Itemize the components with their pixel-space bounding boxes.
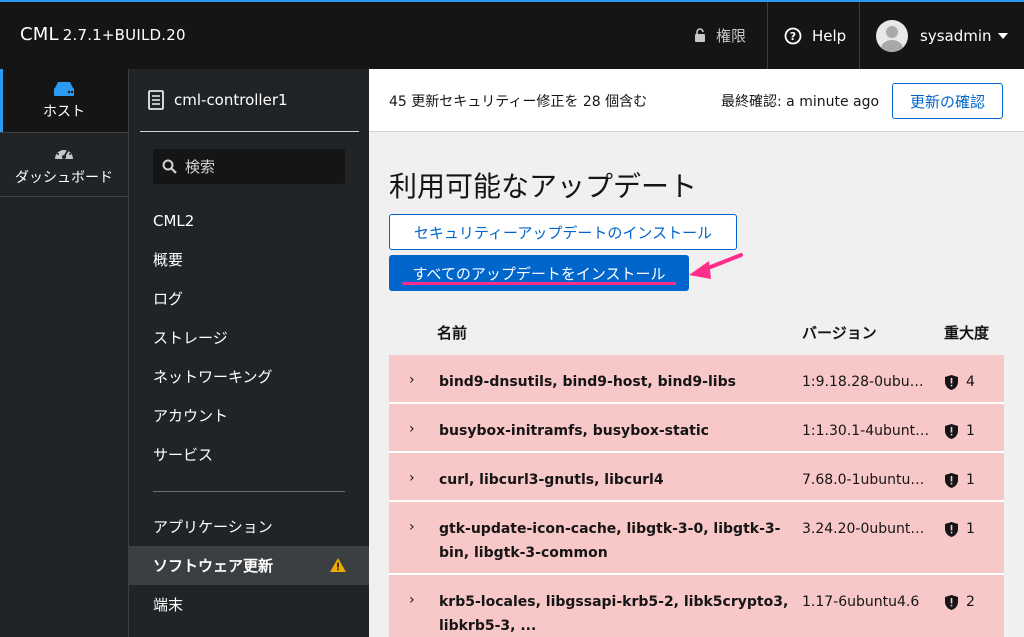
main-content: 45 更新セキュリティー修正を 28 個含む 最終確認: a minute ag… <box>369 69 1024 637</box>
severity-count: 4 <box>966 374 975 390</box>
svg-text:?: ? <box>790 30 796 43</box>
table-row[interactable]: › curl, libcurl3-gnutls, libcurl4 7.68.0… <box>389 453 1004 502</box>
server-icon <box>52 81 76 101</box>
search-input[interactable]: 検索 <box>153 149 345 184</box>
highlight-arrow-icon <box>689 253 743 279</box>
severity-count: 1 <box>966 472 975 488</box>
subnav-item-software-updates-label: ソフトウェア更新 <box>153 557 274 575</box>
security-shield-icon <box>945 521 958 537</box>
subnav-item-terminal-label: 端末 <box>153 596 184 614</box>
subnav-item-software-updates[interactable]: ソフトウェア更新 <box>129 546 369 585</box>
severity-count: 1 <box>966 521 975 537</box>
column-header-severity[interactable]: 重大度 <box>944 322 989 343</box>
update-summary: 45 更新セキュリティー修正を 28 個含む <box>389 94 648 110</box>
package-name: busybox-initramfs, busybox-static <box>439 423 709 439</box>
package-version: 1:1.30.1-4ubuntu6.5 <box>802 423 930 439</box>
table-header: 名前 バージョン 重大度 <box>389 310 1004 355</box>
subnav-item-overview[interactable]: 概要 <box>129 240 369 279</box>
subnav-divider <box>153 491 345 492</box>
security-shield-icon <box>945 472 958 488</box>
chevron-right-icon[interactable]: › <box>409 372 415 388</box>
subnav-item-applications[interactable]: アプリケーション <box>129 507 369 546</box>
nav-item-dashboard[interactable]: ダッシュボード <box>0 133 128 197</box>
gauge-icon <box>53 143 75 167</box>
host-selector[interactable]: cml-controller1 <box>140 69 359 132</box>
package-name: bind9-dnsutils, bind9-host, bind9-libs <box>439 374 736 390</box>
subnav-list: CML2 概要 ログ ストレージ ネットワーキング アカウント サービス <box>129 201 369 474</box>
security-shield-icon <box>945 423 958 439</box>
security-shield-icon <box>945 374 958 390</box>
chevron-right-icon[interactable]: › <box>409 421 415 437</box>
table-row[interactable]: › gtk-update-icon-cache, libgtk-3-0, lib… <box>389 502 1004 575</box>
host-name: cml-controller1 <box>174 91 288 109</box>
nav-item-host[interactable]: ホスト <box>0 69 128 133</box>
severity-cell: 1 <box>945 517 975 541</box>
permissions-button[interactable]: 権限 <box>694 2 746 69</box>
subnav-item-applications-label: アプリケーション <box>153 518 273 536</box>
app-brand[interactable]: CML 2.7.1+BUILD.20 <box>20 24 186 45</box>
subnav-item-accounts[interactable]: アカウント <box>129 396 369 435</box>
package-version: 7.68.0-1ubuntu2.23 <box>802 472 930 488</box>
update-status-bar: 45 更新セキュリティー修正を 28 個含む 最終確認: a minute ag… <box>369 69 1024 132</box>
column-header-version[interactable]: バージョン <box>802 322 877 343</box>
help-button[interactable]: ? Help <box>767 2 860 69</box>
package-version: 1:9.18.28-0ubuntu0.20.04.1 <box>802 374 930 390</box>
search-placeholder: 検索 <box>185 158 216 176</box>
table-row[interactable]: › bind9-dnsutils, bind9-host, bind9-libs… <box>389 355 1004 404</box>
install-all-updates-label: すべてのアップデートをインストール <box>412 264 666 283</box>
package-name: curl, libcurl3-gnutls, libcurl4 <box>439 472 664 488</box>
secondary-nav: cml-controller1 検索 CML2 概要 ログ ストレージ ネットワ… <box>129 69 369 637</box>
user-label: sysadmin <box>920 26 992 45</box>
avatar <box>876 19 908 52</box>
column-header-name[interactable]: 名前 <box>437 322 467 343</box>
search-icon <box>162 159 185 174</box>
chevron-right-icon[interactable]: › <box>409 519 415 535</box>
warning-icon <box>329 557 347 577</box>
severity-count: 1 <box>966 423 975 439</box>
severity-cell: 4 <box>945 370 975 394</box>
chevron-right-icon[interactable]: › <box>409 470 415 486</box>
subnav-item-storage[interactable]: ストレージ <box>129 318 369 357</box>
nav-item-host-label: ホスト <box>43 103 85 120</box>
user-menu[interactable]: sysadmin <box>876 2 1008 69</box>
last-check-text: 最終確認: a minute ago <box>721 94 880 110</box>
subnav-item-terminal[interactable]: 端末 <box>129 585 369 624</box>
table-row[interactable]: › krb5-locales, libgssapi-krb5-2, libk5c… <box>389 575 1004 637</box>
subnav-list-secondary: アプリケーション ソフトウェア更新 端末 <box>129 507 369 624</box>
help-icon: ? <box>784 27 802 45</box>
package-name: krb5-locales, libgssapi-krb5-2, libk5cry… <box>439 594 789 634</box>
lock-icon <box>694 28 706 43</box>
brand-version: 2.7.1+BUILD.20 <box>62 26 186 44</box>
chevron-right-icon[interactable]: › <box>409 592 415 608</box>
severity-count: 2 <box>966 594 975 610</box>
subnav-item-networking[interactable]: ネットワーキング <box>129 357 369 396</box>
chevron-down-icon <box>997 32 1008 39</box>
help-label: Help <box>812 26 847 45</box>
install-security-updates-button[interactable]: セキュリティーアップデートのインストール <box>389 214 737 250</box>
severity-cell: 1 <box>945 419 975 443</box>
subnav-item-cml2[interactable]: CML2 <box>129 201 369 240</box>
top-header: CML 2.7.1+BUILD.20 権限 ? Help sysadmin <box>0 0 1024 69</box>
package-version: 3.24.20-0ubuntu1.2 <box>802 521 930 537</box>
table-row[interactable]: › busybox-initramfs, busybox-static 1:1.… <box>389 404 1004 453</box>
permissions-label: 権限 <box>716 27 747 45</box>
primary-nav: ホスト ダッシュボード <box>0 69 129 637</box>
install-all-updates-button[interactable]: すべてのアップデートをインストール <box>389 255 689 291</box>
document-icon <box>148 90 174 110</box>
check-updates-button[interactable]: 更新の確認 <box>892 83 1003 119</box>
page-title: 利用可能なアップデート <box>389 170 698 203</box>
severity-cell: 2 <box>945 590 975 614</box>
nav-item-dashboard-label: ダッシュボード <box>15 169 113 186</box>
severity-cell: 1 <box>945 468 975 492</box>
subnav-item-services[interactable]: サービス <box>129 435 369 474</box>
package-version: 1.17-6ubuntu4.6 <box>802 594 920 610</box>
package-name: gtk-update-icon-cache, libgtk-3-0, libgt… <box>439 521 781 561</box>
brand-name: CML <box>20 24 59 45</box>
subnav-item-logs[interactable]: ログ <box>129 279 369 318</box>
highlight-underline <box>402 282 676 285</box>
updates-table: 名前 バージョン 重大度 › bind9-dnsutils, bind9-hos… <box>389 310 1004 637</box>
security-shield-icon <box>945 594 958 610</box>
